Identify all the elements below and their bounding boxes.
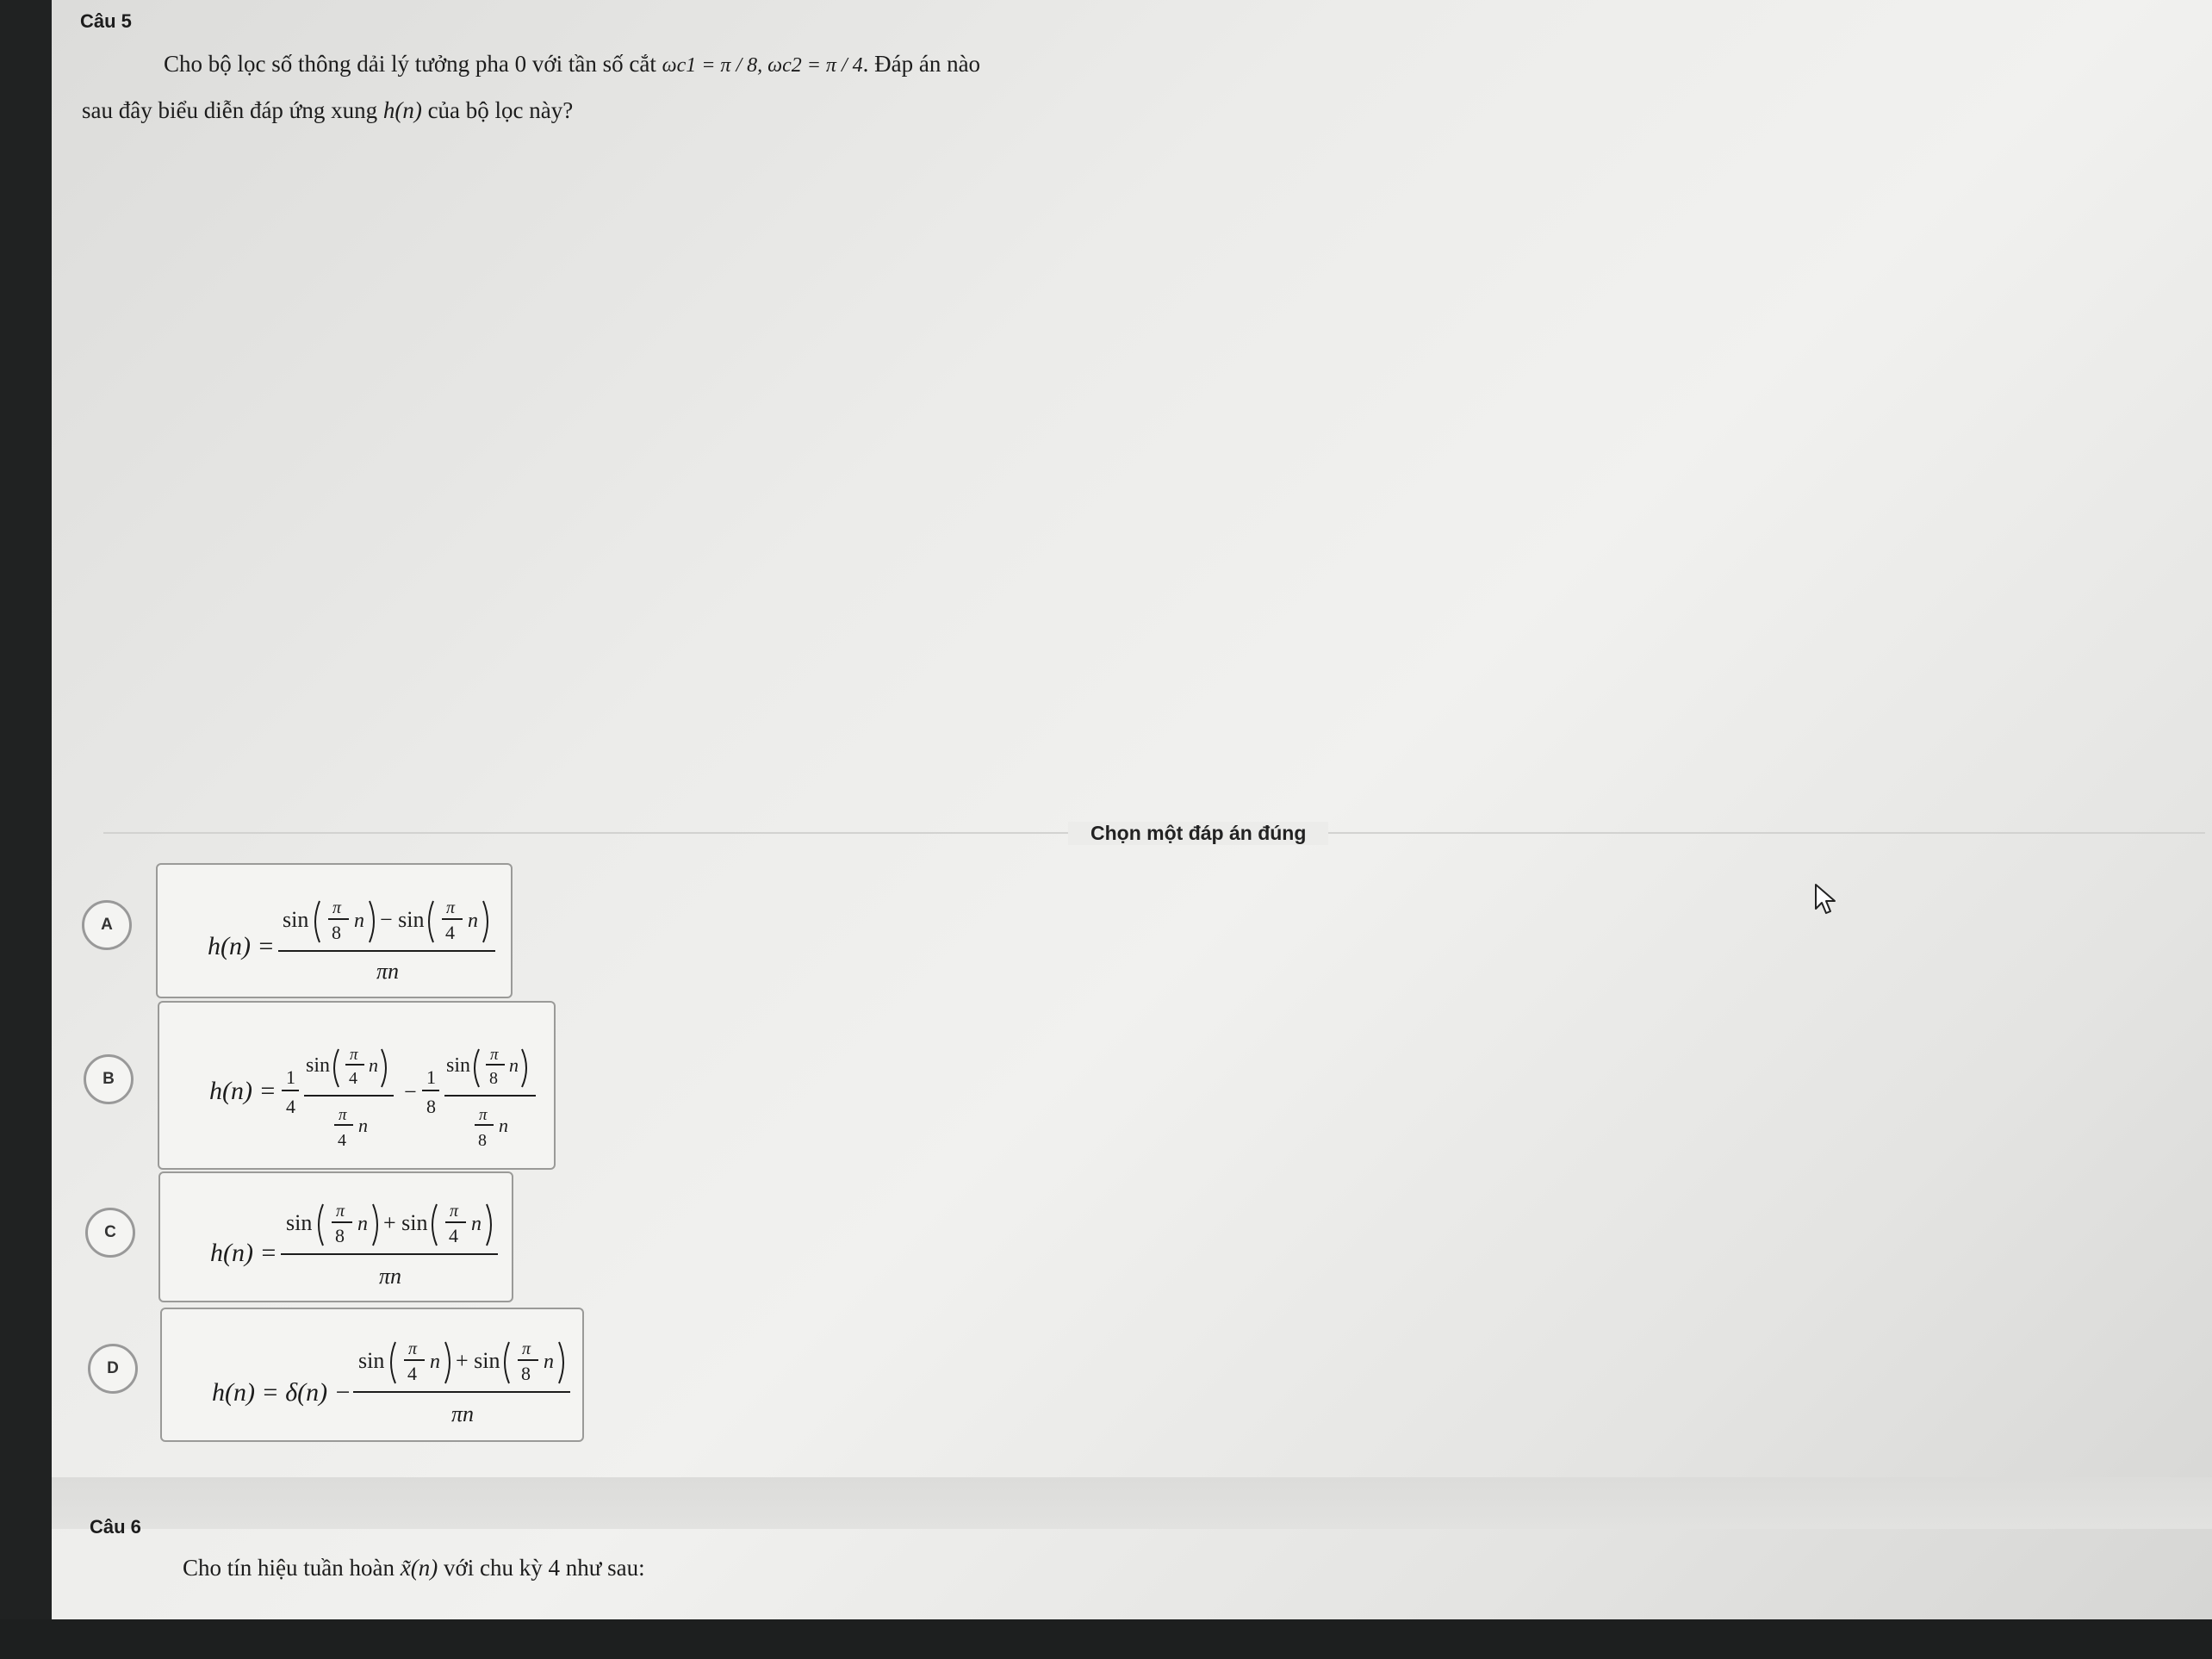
svg-text:sin: sin — [358, 1348, 384, 1373]
svg-text:n: n — [471, 1213, 482, 1235]
svg-text:n: n — [369, 1054, 378, 1076]
question-5-text-end: . Đáp án nào — [862, 51, 981, 77]
question-5-line-1: Cho bộ lọc số thông dải lý tưởng pha 0 v… — [164, 47, 1283, 83]
option-b-radio[interactable]: B — [84, 1054, 134, 1104]
svg-text:πn: πn — [376, 959, 399, 984]
svg-text:sin: sin — [306, 1054, 330, 1077]
question-6-text-end: với chu kỳ 4 như sau: — [438, 1555, 645, 1581]
option-d-formula: h(n) = δ(n) − sin π 4 n + sin π 8 n πn — [212, 1339, 570, 1426]
svg-text:π: π — [522, 1339, 531, 1358]
option-a-formula-box[interactable]: h(n) = sin π 8 n − sin π 4 n πn — [156, 863, 513, 998]
svg-text:n: n — [430, 1351, 440, 1373]
svg-text:8: 8 — [335, 1225, 345, 1246]
periodic-signal-symbol: x̃(n) — [400, 1555, 438, 1581]
screen-bezel-left — [0, 0, 52, 1659]
svg-text:4: 4 — [338, 1131, 346, 1150]
svg-text:1: 1 — [286, 1066, 295, 1088]
question-5-text: Cho bộ lọc số thông dải lý tưởng pha 0 v… — [164, 51, 662, 77]
svg-text:π: π — [336, 1202, 345, 1221]
svg-text:π: π — [350, 1046, 358, 1064]
svg-text:n: n — [544, 1351, 554, 1373]
svg-text:sin: sin — [446, 1054, 470, 1077]
svg-text:4: 4 — [407, 1363, 417, 1384]
question-5-line-2: sau đây biểu diễn đáp ứng xung h(n) của … — [82, 93, 1202, 127]
svg-text:n: n — [499, 1115, 508, 1136]
option-b-formula-box[interactable]: h(n) = 1 4 sin π 4 n π 4 n − 1 8 sin π 8 — [158, 1001, 556, 1170]
impulse-response-symbol: h(n) — [382, 97, 422, 123]
svg-text:−: − — [404, 1079, 417, 1104]
svg-text:π: π — [490, 1046, 499, 1064]
svg-text:− sin: − sin — [380, 907, 425, 932]
svg-text:1: 1 — [426, 1066, 436, 1088]
option-a-radio[interactable]: A — [82, 900, 132, 950]
svg-text:n: n — [358, 1115, 368, 1136]
question-6-title: Câu 6 — [90, 1516, 141, 1538]
svg-text:h(n) =: h(n) = — [210, 1239, 277, 1267]
mouse-pointer-icon — [1815, 884, 1836, 914]
svg-text:+ sin: + sin — [456, 1348, 500, 1373]
option-d-formula-box[interactable]: h(n) = δ(n) − sin π 4 n + sin π 8 n πn — [160, 1308, 584, 1442]
svg-text:8: 8 — [332, 922, 341, 943]
svg-text:8: 8 — [426, 1096, 436, 1117]
svg-text:π: π — [446, 898, 456, 917]
svg-text:π: π — [479, 1106, 488, 1124]
svg-text:h(n) = δ(n) −: h(n) = δ(n) − — [212, 1378, 351, 1407]
option-c-formula-box[interactable]: h(n) = sin π 8 n + sin π 4 n πn — [158, 1171, 513, 1302]
svg-text:π: π — [332, 898, 342, 917]
cutoff-frequencies: ωc1 = π / 8, ωc2 = π / 4 — [662, 54, 863, 77]
svg-text:π: π — [339, 1106, 347, 1124]
svg-text:h(n) =: h(n) = — [209, 1077, 276, 1105]
question-5-text-2-end: của bộ lọc này? — [421, 97, 574, 123]
svg-text:sin: sin — [286, 1210, 312, 1235]
option-a-formula: h(n) = sin π 8 n − sin π 4 n πn — [208, 898, 495, 984]
svg-text:4: 4 — [349, 1069, 357, 1088]
option-c-radio[interactable]: C — [85, 1208, 135, 1258]
screen-bezel-bottom — [0, 1619, 2212, 1659]
question-6-text-start: Cho tín hiệu tuần hoàn — [183, 1555, 401, 1581]
svg-text:8: 8 — [478, 1131, 487, 1150]
svg-text:πn: πn — [451, 1401, 474, 1426]
svg-text:π: π — [450, 1202, 459, 1221]
question-6-text: Cho tín hiệu tuần hoàn x̃(n) với chu kỳ … — [183, 1550, 1302, 1585]
choose-one-answer-label: Chọn một đáp án đúng — [1068, 822, 1329, 845]
option-d-radio[interactable]: D — [88, 1344, 138, 1394]
svg-text:4: 4 — [286, 1096, 295, 1117]
svg-text:n: n — [509, 1054, 519, 1076]
svg-text:+ sin: + sin — [383, 1210, 428, 1235]
question-separator-band — [52, 1477, 2212, 1529]
svg-text:8: 8 — [521, 1363, 531, 1384]
svg-text:8: 8 — [489, 1069, 498, 1088]
svg-text:n: n — [354, 910, 364, 932]
question-5-text-2: sau đây biểu diễn đáp ứng xung — [82, 97, 383, 123]
svg-text:π: π — [408, 1339, 418, 1358]
svg-text:h(n) =: h(n) = — [208, 932, 275, 960]
svg-text:n: n — [357, 1213, 368, 1235]
svg-text:sin: sin — [283, 907, 308, 932]
svg-text:4: 4 — [449, 1225, 458, 1246]
question-5-title: Câu 5 — [80, 10, 132, 32]
option-b-formula: h(n) = 1 4 sin π 4 n π 4 n − 1 8 sin π 8 — [209, 1046, 536, 1150]
svg-text:n: n — [468, 910, 478, 932]
svg-text:4: 4 — [445, 922, 455, 943]
option-c-formula: h(n) = sin π 8 n + sin π 4 n πn — [210, 1202, 498, 1289]
svg-text:πn: πn — [379, 1264, 401, 1289]
